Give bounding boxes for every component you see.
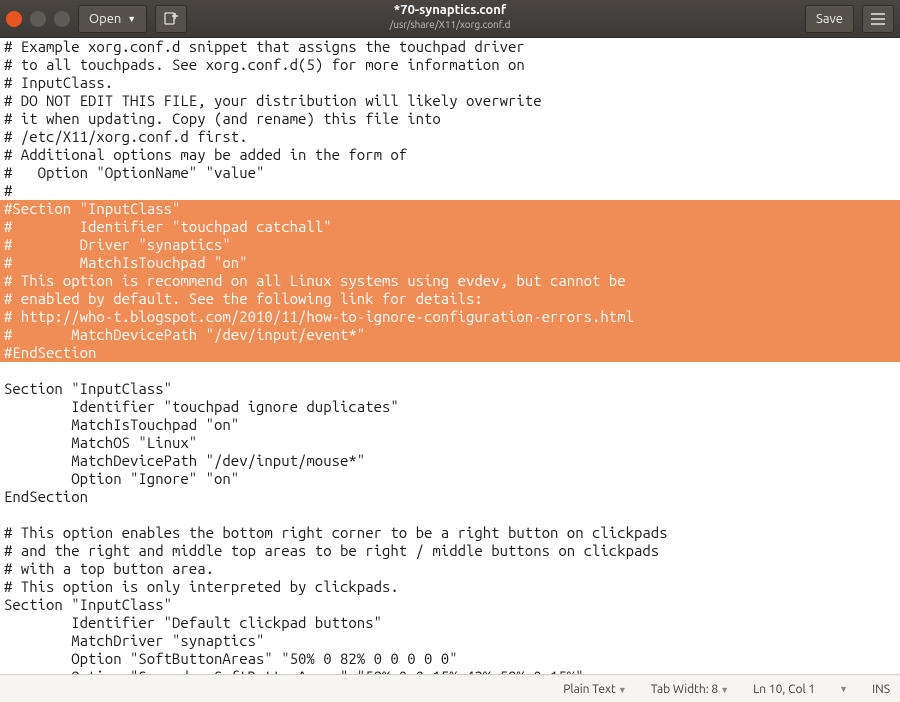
editor-line[interactable]: EndSection [4,488,896,506]
status-bar: Plain Text Tab Width: 8 Ln 10, Col 1 ▼ I… [0,674,900,702]
editor-line[interactable]: # This option is only interpreted by cli… [4,578,896,596]
editor-line[interactable] [4,506,896,524]
hamburger-icon [871,13,885,25]
editor-line[interactable]: # InputClass. [4,74,896,92]
editor-line[interactable]: #Section "InputClass" [0,200,900,218]
window-controls [6,11,70,27]
editor-line[interactable]: # http://who-t.blogspot.com/2010/11/how-… [0,308,900,326]
editor-view[interactable]: # Example xorg.conf.d snippet that assig… [0,38,900,674]
editor-line[interactable]: # MatchDevicePath "/dev/input/event*" [0,326,900,344]
chevron-down-icon[interactable]: ▼ [839,684,848,694]
editor-line[interactable]: Section "InputClass" [4,380,896,398]
minimize-window-button[interactable] [30,11,46,27]
editor-line[interactable]: # [4,182,896,200]
editor-line[interactable]: # it when updating. Copy (and rename) th… [4,110,896,128]
chevron-down-icon: ▼ [127,14,136,24]
editor-line[interactable]: Identifier "touchpad ignore duplicates" [4,398,896,416]
editor-line[interactable]: # Example xorg.conf.d snippet that assig… [4,38,896,56]
maximize-window-button[interactable] [54,11,70,27]
editor-line[interactable]: MatchDevicePath "/dev/input/mouse*" [4,452,896,470]
editor-line[interactable]: # Option "OptionName" "value" [4,164,896,182]
editor-line[interactable] [4,362,896,380]
close-window-button[interactable] [6,11,22,27]
editor-line[interactable]: # This option enables the bottom right c… [4,524,896,542]
editor-line[interactable]: # DO NOT EDIT THIS FILE, your distributi… [4,92,896,110]
editor-line[interactable]: MatchIsTouchpad "on" [4,416,896,434]
document-path: /usr/share/X11/xorg.conf.d [390,19,511,31]
editor-line[interactable]: # Driver "synaptics" [0,236,900,254]
editor-line[interactable]: # and the right and middle top areas to … [4,542,896,560]
editor-line[interactable]: # MatchIsTouchpad "on" [0,254,900,272]
new-tab-button[interactable] [155,5,187,33]
editor-line[interactable]: Option "SoftButtonAreas" "50% 0 82% 0 0 … [4,650,896,668]
editor-line[interactable]: # Additional options may be added in the… [4,146,896,164]
editor-line[interactable]: # /etc/X11/xorg.conf.d first. [4,128,896,146]
editor-line[interactable]: Identifier "Default clickpad buttons" [4,614,896,632]
hamburger-menu-button[interactable] [862,5,894,33]
editor-line[interactable]: # to all touchpads. See xorg.conf.d(5) f… [4,56,896,74]
editor-line[interactable]: Option "Ignore" "on" [4,470,896,488]
editor-line[interactable]: MatchDriver "synaptics" [4,632,896,650]
title-center: *70-synaptics.conf /usr/share/X11/xorg.c… [390,3,511,31]
title-bar: Open ▼ *70-synaptics.conf /usr/share/X11… [0,0,900,38]
insert-mode-indicator[interactable]: INS [872,683,890,696]
save-button[interactable]: Save [805,5,854,33]
editor-line[interactable]: # Identifier "touchpad catchall" [0,218,900,236]
open-button[interactable]: Open ▼ [78,5,147,33]
language-selector[interactable]: Plain Text [563,683,627,696]
editor-line[interactable]: # with a top button area. [4,560,896,578]
editor-line[interactable]: Section "InputClass" [4,596,896,614]
open-button-label: Open [89,12,121,26]
editor-line[interactable]: MatchOS "Linux" [4,434,896,452]
new-tab-icon [164,12,178,26]
tab-width-selector[interactable]: Tab Width: 8 [651,683,729,696]
editor-line[interactable]: # This option is recommend on all Linux … [0,272,900,290]
cursor-position: Ln 10, Col 1 [753,683,815,696]
document-title: *70-synaptics.conf [390,3,511,19]
save-button-label: Save [816,12,843,26]
editor-line[interactable]: #EndSection [0,344,900,362]
editor-line[interactable]: # enabled by default. See the following … [0,290,900,308]
